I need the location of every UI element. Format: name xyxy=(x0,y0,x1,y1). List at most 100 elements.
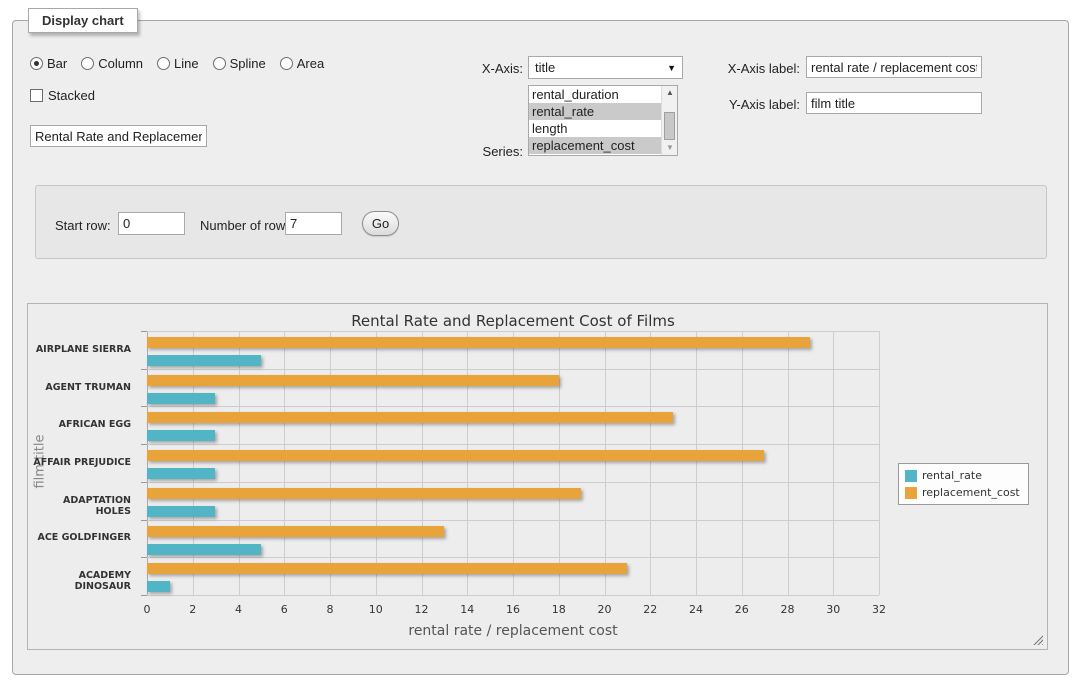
x-tick-label: 28 xyxy=(781,603,795,616)
row-range-panel xyxy=(35,185,1047,259)
category-label: ACE GOLDFINGER xyxy=(28,532,131,543)
x-tick-label: 10 xyxy=(369,603,383,616)
select-dropdown-icon: ▼ xyxy=(667,63,676,73)
x-tick-label: 6 xyxy=(281,603,288,616)
radio-button-icon xyxy=(157,57,170,70)
go-button[interactable]: Go xyxy=(362,211,399,236)
chart-type-radio-group: Bar Column Line Spline Area xyxy=(30,56,324,71)
stacked-checkbox[interactable] xyxy=(30,89,43,102)
bar-rental_rate xyxy=(147,544,261,555)
bar-rental_rate xyxy=(147,393,215,404)
legend-swatch-icon xyxy=(905,487,917,499)
x-tick-label: 4 xyxy=(235,603,242,616)
chart-type-radio-label: Spline xyxy=(230,56,266,71)
chart-type-radio-bar[interactable]: Bar xyxy=(30,56,67,71)
series-option-replacement_cost[interactable]: replacement_cost xyxy=(529,137,661,154)
x-axis-select-label: X-Axis: xyxy=(470,61,523,76)
series-options: rental_durationrental_ratelengthreplacem… xyxy=(529,86,661,155)
bar-replacement_cost xyxy=(147,488,581,499)
category-label: ADAPTATION HOLES xyxy=(28,495,131,517)
chart-legend: rental_rate replacement_cost xyxy=(898,463,1029,505)
chart-category-labels: AIRPLANE SIERRAAGENT TRUMANAFRICAN EGGAF… xyxy=(28,331,139,595)
bar-rental_rate xyxy=(147,581,170,592)
chart-type-radio-area[interactable]: Area xyxy=(280,56,324,71)
chart-type-radio-label: Column xyxy=(98,56,143,71)
num-rows-input[interactable] xyxy=(285,212,342,235)
x-axis-selected-value: title xyxy=(535,60,555,75)
chart-type-radio-column[interactable]: Column xyxy=(81,56,143,71)
category-label: AIRPLANE SIERRA xyxy=(28,344,131,355)
x-tick-label: 12 xyxy=(415,603,429,616)
chart-x-tick-labels: 02468101214161820222426283032 xyxy=(147,603,879,617)
legend-item-replacement_cost[interactable]: replacement_cost xyxy=(905,486,1020,499)
x-tick-label: 18 xyxy=(552,603,566,616)
x-tick-label: 30 xyxy=(826,603,840,616)
x-tick-label: 24 xyxy=(689,603,703,616)
series-option-rental_rate[interactable]: rental_rate xyxy=(529,103,661,120)
bar-rental_rate xyxy=(147,468,215,479)
y-axis-label-input[interactable] xyxy=(806,92,982,114)
chart-x-axis-title: rental rate / replacement cost xyxy=(147,623,879,639)
radio-button-icon xyxy=(81,57,94,70)
gridline-horizontal xyxy=(147,595,879,596)
bar-replacement_cost xyxy=(147,563,627,574)
x-tick-label: 16 xyxy=(506,603,520,616)
bar-replacement_cost xyxy=(147,526,444,537)
chart-category-band xyxy=(147,557,879,595)
series-option-rental_duration[interactable]: rental_duration xyxy=(529,86,661,103)
start-row-input[interactable] xyxy=(118,212,185,235)
y-axis-label-caption: Y-Axis label: xyxy=(715,97,800,112)
chart-category-band xyxy=(147,444,879,482)
x-axis-label-caption: X-Axis label: xyxy=(715,61,800,76)
scroll-down-icon[interactable]: ▼ xyxy=(662,141,678,155)
chart-title: Rental Rate and Replacement Cost of Film… xyxy=(147,312,879,330)
bar-replacement_cost xyxy=(147,450,764,461)
legend-item-label: rental_rate xyxy=(922,469,982,482)
series-listbox-label: Series: xyxy=(470,144,523,159)
bar-replacement_cost xyxy=(147,375,559,386)
chart-type-radio-line[interactable]: Line xyxy=(157,56,199,71)
chart-container: Rental Rate and Replacement Cost of Film… xyxy=(27,303,1048,650)
scroll-up-icon[interactable]: ▲ xyxy=(662,86,678,100)
series-option-length[interactable]: length xyxy=(529,120,661,137)
x-tick-label: 2 xyxy=(189,603,196,616)
y-axis-tick xyxy=(141,595,147,596)
category-label: ACADEMY DINOSAUR xyxy=(28,570,131,592)
category-label: AFRICAN EGG xyxy=(28,419,131,430)
chart-type-radio-spline[interactable]: Spline xyxy=(213,56,266,71)
bar-rental_rate xyxy=(147,355,261,366)
chart-category-band xyxy=(147,369,879,407)
radio-button-icon xyxy=(213,57,226,70)
x-axis-label-input[interactable] xyxy=(806,56,982,78)
chart-category-band xyxy=(147,406,879,444)
x-tick-label: 22 xyxy=(643,603,657,616)
gridline-vertical xyxy=(879,331,880,595)
chart-title-input[interactable] xyxy=(30,125,207,147)
x-axis-select[interactable]: title ▼ xyxy=(528,56,683,79)
x-tick-label: 26 xyxy=(735,603,749,616)
radio-button-icon xyxy=(30,57,43,70)
resize-handle-icon[interactable] xyxy=(1032,634,1043,645)
chart-plot-area xyxy=(147,331,879,595)
x-tick-label: 8 xyxy=(327,603,334,616)
legend-item-rental_rate[interactable]: rental_rate xyxy=(905,469,1020,482)
series-scrollbar[interactable]: ▲ ▼ xyxy=(661,86,677,155)
chart-type-radio-label: Area xyxy=(297,56,324,71)
fieldset-legend: Display chart xyxy=(28,8,138,33)
category-label: AFFAIR PREJUDICE xyxy=(28,457,131,468)
stacked-label: Stacked xyxy=(48,88,95,103)
bar-replacement_cost xyxy=(147,337,810,348)
stacked-checkbox-row[interactable]: Stacked xyxy=(30,88,95,103)
scrollbar-thumb[interactable] xyxy=(664,112,675,140)
start-row-label: Start row: xyxy=(55,218,111,233)
x-tick-label: 0 xyxy=(144,603,151,616)
x-tick-label: 20 xyxy=(598,603,612,616)
app-window: Display chart Bar Column Line Spline Area St… xyxy=(0,0,1081,681)
series-listbox[interactable]: rental_durationrental_ratelengthreplacem… xyxy=(528,85,678,156)
chart-category-band xyxy=(147,520,879,558)
radio-button-icon xyxy=(280,57,293,70)
bar-replacement_cost xyxy=(147,412,673,423)
bar-rental_rate xyxy=(147,430,215,441)
legend-item-label: replacement_cost xyxy=(922,486,1020,499)
chart-category-band xyxy=(147,482,879,520)
